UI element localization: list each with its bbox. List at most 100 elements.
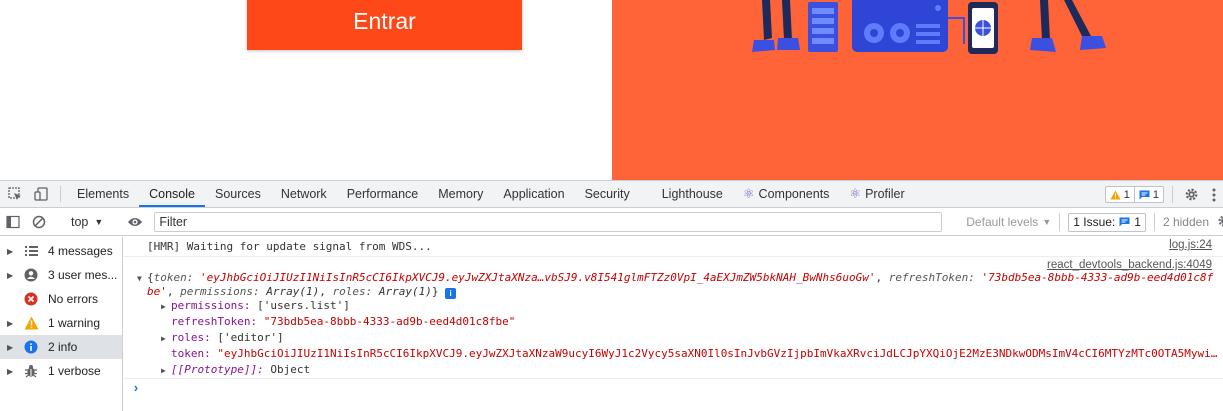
tab-label: Sources <box>214 187 261 201</box>
source-link[interactable]: react_devtools_backend.js:4049 <box>1047 259 1212 271</box>
sidebar-item-label: 4 messages <box>48 244 113 258</box>
object-value: 'eyJhbGciOiJIUzI1NiIsInR5cCI6IkpXVCJ9.ey… <box>200 271 876 284</box>
react-icon: ⚛ <box>742 186 755 201</box>
warning-icon <box>1110 190 1121 199</box>
object-summary[interactable]: ▼ {token: 'eyJhbGciOiJIUzI1NiIsInR5cCI6Ik… <box>137 271 1217 299</box>
object-info-icon[interactable]: i <box>445 288 457 299</box>
prop-key: token: <box>171 347 211 360</box>
toggle-sidebar-icon[interactable] <box>0 215 26 229</box>
tab-network[interactable]: Network <box>271 181 337 207</box>
expand-arrow-icon[interactable]: ▶ <box>161 331 171 347</box>
tab-performance[interactable]: Performance <box>337 181 429 207</box>
sidebar-item-label: 1 verbose <box>48 364 101 378</box>
prop-key: [[Prototype]]: <box>171 363 264 376</box>
tab-memory[interactable]: Memory <box>428 181 493 207</box>
issues-button[interactable]: 1 Issue: 1 <box>1068 212 1146 232</box>
warning-count: 1 <box>1123 188 1130 201</box>
console-message-object: react_devtools_backend.js:4049 ▼ {token: … <box>124 257 1223 379</box>
expand-arrow-icon[interactable]: ▶ <box>161 299 171 315</box>
hidden-count-label: 2 hidden <box>1162 215 1209 229</box>
error-icon <box>23 291 39 307</box>
log-levels-label: Default levels <box>966 215 1039 229</box>
tab-console[interactable]: Console <box>139 181 205 207</box>
prop-key: roles: <box>171 331 211 344</box>
tab-profiler[interactable]: ⚛ Profiler <box>839 181 914 207</box>
prop-roles[interactable]: ▶ roles: ['editor'] <box>161 330 284 347</box>
tab-label: Network <box>280 187 327 201</box>
sidebar-item-info[interactable]: ▶ 2 info <box>0 335 122 359</box>
message-count: 1 <box>1152 188 1159 201</box>
devtools-tab-bar: Elements Console Sources Network Perform… <box>0 181 1223 208</box>
object-key: token: <box>153 271 194 284</box>
tab-label: Console <box>149 187 195 201</box>
console-toolbar: top ▼ Default levels ▼ 1 Issue: 1 2 hidd… <box>0 208 1223 236</box>
expand-arrow-icon[interactable]: ▶ <box>7 247 15 256</box>
tab-label: Performance <box>346 187 419 201</box>
expand-arrow-icon[interactable]: ▶ <box>7 319 15 328</box>
console-message-hmr: [HMR] Waiting for update signal from WDS… <box>124 237 1223 257</box>
toolbar-separator <box>1059 213 1061 231</box>
live-expression-eye-icon[interactable] <box>122 216 148 228</box>
sidebar-item-label: 3 user mes... <box>48 268 118 282</box>
expand-arrow-icon[interactable]: ▶ <box>7 343 15 352</box>
settings-gear-icon[interactable] <box>1181 187 1201 202</box>
tab-label: Elements <box>77 187 130 201</box>
collapse-arrow-icon[interactable]: ▼ <box>137 272 147 285</box>
warning-count-badge[interactable]: 1 <box>1104 186 1134 203</box>
tab-sources[interactable]: Sources <box>205 181 271 207</box>
devtools-panel: Elements Console Sources Network Perform… <box>0 180 1223 411</box>
prop-key: refreshToken: <box>171 315 258 328</box>
tab-components[interactable]: ⚛ Components <box>733 181 840 207</box>
prop-value: "eyJhbGciOiJIUzI1NiIsInR5cCI6IkpXVCJ9.ey… <box>217 347 1217 360</box>
prop-permissions[interactable]: ▶ permissions: ['users.list'] <box>161 298 350 315</box>
tab-label: Lighthouse <box>661 187 723 201</box>
more-options-icon[interactable] <box>1207 188 1221 202</box>
source-link[interactable]: log.js:24 <box>1169 239 1212 251</box>
object-key: permissions: <box>180 285 260 298</box>
sidebar-item-verbose[interactable]: ▶ 1 verbose <box>0 359 122 383</box>
prop-value: ['editor'] <box>217 331 284 344</box>
tab-security[interactable]: Security <box>575 181 640 207</box>
console-prompt-icon[interactable]: › <box>132 381 140 396</box>
hero-illustration-art <box>752 0 1106 54</box>
log-levels-dropdown[interactable]: Default levels ▼ <box>966 215 1051 229</box>
prop-token: token: "eyJhbGciOiJIUzI1NiIsInR5cCI6IkpX… <box>171 346 1217 362</box>
tab-lighthouse[interactable]: Lighthouse <box>640 181 733 207</box>
prop-prototype[interactable]: ▶ [[Prototype]]: Object <box>161 362 310 379</box>
console-output: [HMR] Waiting for update signal from WDS… <box>124 237 1223 411</box>
tab-elements[interactable]: Elements <box>67 181 139 207</box>
react-icon: ⚛ <box>849 186 862 201</box>
toolbar-separator <box>1153 213 1155 231</box>
sidebar-item-user-messages[interactable]: ▶ 3 user mes... <box>0 263 122 287</box>
object-value: Array(1) <box>378 285 432 298</box>
counts-badge[interactable]: 1 1 <box>1104 186 1164 203</box>
console-toolbar-right: Default levels ▼ 1 Issue: 1 2 hidden <box>966 208 1223 236</box>
object-key: roles: <box>332 285 373 298</box>
object-brace: } <box>431 285 439 298</box>
hero-illustration <box>612 0 1223 180</box>
sidebar-item-errors[interactable]: ▶ No errors <box>0 287 122 311</box>
expand-arrow-icon[interactable]: ▶ <box>7 367 15 376</box>
filter-input[interactable] <box>154 211 943 232</box>
console-settings-gear-icon[interactable] <box>1217 214 1223 231</box>
tab-separator <box>60 186 61 202</box>
device-toolbar-icon[interactable] <box>28 181 54 207</box>
login-button[interactable]: Entrar <box>247 0 522 50</box>
tab-label: Profiler <box>865 187 905 201</box>
issues-label: 1 Issue: <box>1073 215 1116 229</box>
sidebar-item-messages[interactable]: ▶ 4 messages <box>0 239 122 263</box>
message-count-badge[interactable]: 1 <box>1133 186 1164 203</box>
context-selector[interactable]: top ▼ <box>65 215 109 229</box>
object-value: Array(1) <box>266 285 320 298</box>
sidebar-item-warnings[interactable]: ▶ 1 warning <box>0 311 122 335</box>
tab-application[interactable]: Application <box>493 181 574 207</box>
warning-icon <box>23 315 39 331</box>
user-icon <box>23 267 39 283</box>
console-message-text: [HMR] Waiting for update signal from WDS… <box>147 240 432 253</box>
expand-arrow-icon[interactable]: ▶ <box>161 363 171 379</box>
object-brace: { <box>147 271 154 284</box>
clear-console-icon[interactable] <box>26 215 52 229</box>
message-icon <box>1119 217 1130 227</box>
expand-arrow-icon[interactable]: ▶ <box>7 271 15 280</box>
inspect-element-icon[interactable] <box>2 181 28 207</box>
